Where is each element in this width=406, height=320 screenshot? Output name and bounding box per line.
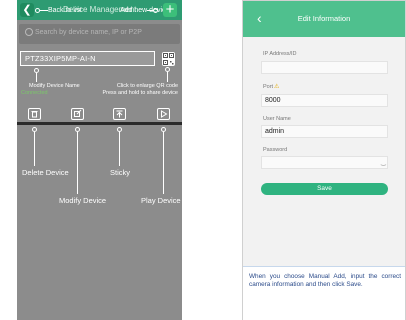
callout-line bbox=[34, 132, 36, 166]
trash-icon bbox=[31, 111, 38, 118]
sticky-button[interactable] bbox=[113, 108, 126, 120]
password-field[interactable] bbox=[261, 156, 388, 169]
play-button[interactable] bbox=[157, 108, 170, 120]
device-list-header: ❮ Back to list Device Management Add new… bbox=[17, 0, 182, 20]
edit-icon bbox=[74, 109, 82, 117]
callout-line bbox=[40, 10, 48, 12]
ip-address-label: IP Address/ID bbox=[263, 51, 297, 57]
modify-device-label: Modify Device bbox=[59, 196, 107, 205]
qr-note-line2: Press and hold to share device bbox=[102, 89, 178, 96]
instruction-note: When you choose Manual Add, input the co… bbox=[243, 266, 405, 320]
chevron-left-icon: ❮ bbox=[22, 4, 32, 16]
callout-line bbox=[167, 72, 169, 82]
device-name-field[interactable]: PTZ33XIP5MP-AI-N bbox=[20, 51, 155, 66]
save-button[interactable]: Save bbox=[261, 183, 388, 195]
search-placeholder: Search by device name, IP or P2P bbox=[35, 29, 142, 36]
callout-line bbox=[36, 73, 38, 82]
status-badge: Connected bbox=[21, 90, 48, 96]
delete-button[interactable] bbox=[28, 108, 41, 120]
back-button[interactable]: ❮ bbox=[20, 3, 34, 17]
search-icon bbox=[25, 28, 33, 36]
callout-line bbox=[77, 132, 79, 194]
modify-name-note: Modify Device Name bbox=[29, 83, 80, 89]
play-icon bbox=[161, 110, 168, 118]
callout-dot bbox=[153, 8, 158, 13]
play-device-label: Play Device bbox=[141, 196, 181, 205]
delete-device-label: Delete Device bbox=[22, 168, 69, 177]
edit-header: ‹ Edit Information bbox=[243, 1, 405, 37]
device-name: PTZ33XIP5MP-AI-N bbox=[25, 54, 96, 63]
modify-button[interactable] bbox=[71, 108, 84, 120]
qr-note: Click to enlarge QR code Press and hold … bbox=[102, 83, 178, 96]
qr-code-icon[interactable] bbox=[162, 52, 175, 66]
user-name-label: User Name bbox=[263, 116, 291, 122]
password-label: Password bbox=[263, 147, 288, 153]
sticky-label: Sticky bbox=[110, 168, 131, 177]
toolbar-divider bbox=[17, 122, 182, 125]
port-label: Port bbox=[263, 84, 274, 90]
add-callout-label: Add new device bbox=[120, 7, 170, 14]
page-title: Edit Information bbox=[297, 14, 351, 23]
device-list-screen: ❮ Back to list Device Management Add new… bbox=[17, 0, 182, 320]
eye-closed-icon[interactable]: ‿ bbox=[381, 159, 386, 166]
add-device-button[interactable]: + bbox=[163, 1, 177, 18]
callout-line bbox=[163, 132, 165, 194]
edit-information-screen: ‹ Edit Information IP Address/ID Port ⚠ … bbox=[242, 0, 406, 320]
plus-icon: + bbox=[165, 1, 175, 18]
search-input[interactable]: Search by device name, IP or P2P bbox=[19, 24, 180, 44]
warning-icon: ⚠ bbox=[274, 84, 280, 90]
instruction-text: When you choose Manual Add, input the co… bbox=[249, 273, 401, 289]
pin-top-icon bbox=[116, 110, 123, 118]
callout-line bbox=[119, 132, 121, 166]
ip-address-field[interactable] bbox=[261, 61, 388, 74]
port-field[interactable]: 8000 bbox=[261, 94, 388, 107]
user-name-field[interactable]: admin bbox=[261, 125, 388, 138]
